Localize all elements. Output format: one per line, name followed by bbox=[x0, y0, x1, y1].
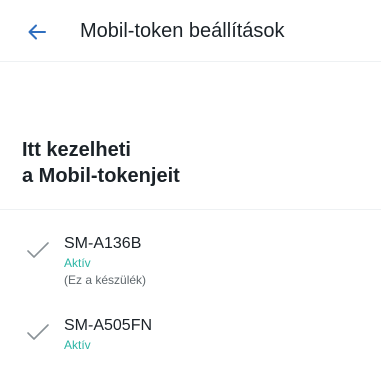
device-status: Aktív bbox=[64, 256, 91, 270]
app-header: Mobil-token beállítások bbox=[0, 0, 381, 62]
intro-heading-line-1: Itt kezelheti bbox=[22, 139, 131, 161]
device-name: SM-A505FN bbox=[64, 317, 153, 334]
device-item-sm-a136b[interactable]: SM-A136B Aktív (Ez a készülék) bbox=[0, 228, 381, 296]
back-button[interactable] bbox=[26, 21, 48, 43]
section-divider bbox=[0, 209, 381, 210]
device-status: Aktív bbox=[64, 338, 91, 352]
check-icon bbox=[27, 242, 49, 258]
intro-section: Itt kezelheti a Mobil-tokenjeit bbox=[0, 124, 381, 209]
check-icon bbox=[27, 324, 49, 340]
device-note: (Ez a készülék) bbox=[64, 273, 147, 287]
arrow-left-icon bbox=[28, 24, 46, 40]
intro-heading-line-2: a Mobil-tokenjeit bbox=[22, 165, 180, 187]
page-title: Mobil-token beállítások bbox=[80, 20, 285, 42]
spacer-band bbox=[0, 62, 381, 124]
device-item-sm-a505fn[interactable]: SM-A505FN Aktív bbox=[0, 310, 381, 370]
device-name: SM-A136B bbox=[64, 235, 142, 252]
intro-heading: Itt kezelheti a Mobil-tokenjeit bbox=[22, 137, 180, 189]
